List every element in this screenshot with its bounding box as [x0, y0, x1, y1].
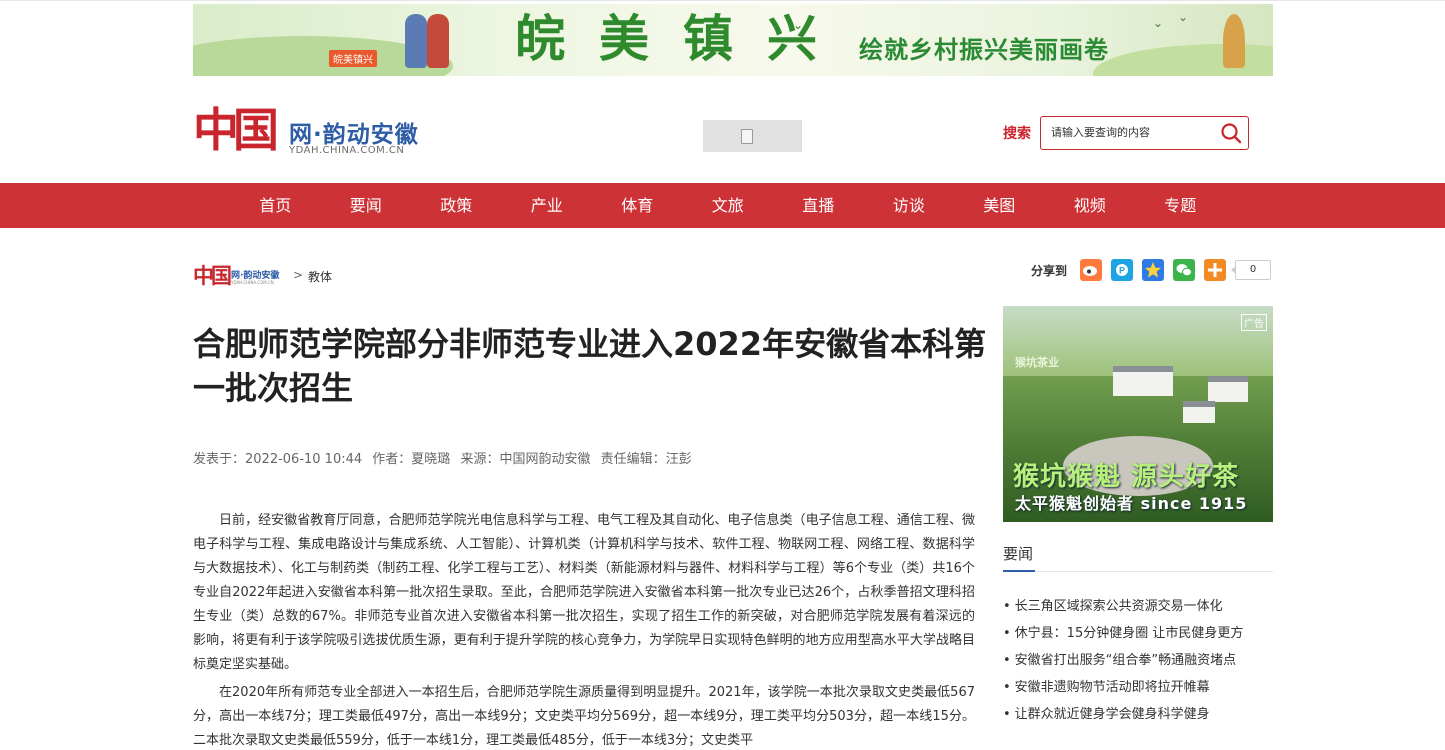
nav-item-industry[interactable]: 产业 [502, 183, 593, 228]
wechat-icon[interactable] [1173, 259, 1195, 281]
search-box [1040, 116, 1249, 150]
ad-building [1208, 376, 1248, 402]
nav-item-topics[interactable]: 专题 [1135, 183, 1226, 228]
ad-building [1183, 401, 1215, 423]
news-item[interactable]: 安徽非遗购物节活动即将拉开帷幕 [1003, 676, 1243, 703]
news-item[interactable]: 休宁县：15分钟健身圈 让市民健身更方 [1003, 622, 1244, 649]
ad-corner-label: 广告 [1241, 314, 1267, 331]
banner-farmer-figure [1223, 14, 1245, 68]
article-body: 日前，经安徽省教育厅同意，合肥师范学院光电信息科学与工程、电气工程及其自动化、电… [193, 509, 975, 750]
nav-item-interview[interactable]: 访谈 [864, 183, 955, 228]
article-meta: 发表于：2022-06-10 10:44 作者：夏晓璐 来源：中国网韵动安徽 责… [193, 448, 698, 467]
banner-headline: 皖美镇兴 [515, 9, 851, 68]
nav-item-policy[interactable]: 政策 [411, 183, 502, 228]
more-plus-icon[interactable] [1204, 259, 1226, 281]
top-border [0, 0, 1445, 1]
banner-slogan: 绘就乡村振兴美丽画卷 [859, 36, 1109, 64]
bird-icon: ⌄ [1153, 16, 1164, 30]
meta-published: 发表于：2022-06-10 10:44 [193, 452, 363, 467]
qzone-icon[interactable] [1142, 259, 1164, 281]
main-nav: 首页 要闻 政策 产业 体育 文旅 直播 访谈 美图 视频 专题 [0, 183, 1445, 228]
breadcrumb-current[interactable]: 教体 [308, 268, 332, 285]
share-label: 分享到 [1031, 264, 1068, 278]
article-title: 合肥师范学院部分非师范专业进入2022年安徽省本科第一批次招生 [193, 325, 987, 407]
nav-item-home[interactable]: 首页 [230, 183, 321, 228]
ad-brand: 猴坑茶业 [1015, 356, 1059, 369]
weibo-icon[interactable] [1080, 259, 1102, 281]
breadcrumb-home-logo[interactable]: 中国 网·韵动安徽 YDAH.CHINA.COM.CN [193, 262, 285, 288]
nav-item-news[interactable]: 要闻 [321, 183, 412, 228]
bird-icon: ⌄ [793, 18, 804, 32]
nav-item-gallery[interactable]: 美图 [954, 183, 1045, 228]
ad-subline: 太平猴魁创始者 since 1915 [1015, 494, 1248, 513]
breadcrumb-separator: > [293, 268, 304, 282]
site-logo[interactable]: 中国 网·韵动安徽 YDAH.CHINA.COM.CN [193, 97, 433, 163]
logo-site-url: YDAH.CHINA.COM.CN [289, 145, 405, 156]
search-input[interactable] [1051, 124, 1216, 142]
tencent-qq-icon[interactable]: P [1111, 259, 1133, 281]
logo-mark: 中国 [193, 263, 232, 288]
search-label: 搜索 [1003, 126, 1031, 142]
article-paragraph: 日前，经安徽省教育厅同意，合肥师范学院光电信息科学与工程、电气工程及其自动化、电… [193, 513, 975, 672]
logo-site-name: 网·韵动安徽 [289, 122, 419, 148]
ad-headline: 猴坑猴魁 源头好茶 [1013, 462, 1240, 492]
meta-editor: 责任编辑：汪彭 [600, 452, 692, 467]
share-count: 0 [1231, 260, 1271, 280]
nav-item-sports[interactable]: 体育 [592, 183, 683, 228]
news-item[interactable]: 让群众就近健身学会健身科学健身 [1003, 703, 1243, 730]
divider [1003, 571, 1273, 572]
logo-mark: 中国 [193, 103, 279, 157]
nav-item-live[interactable]: 直播 [773, 183, 864, 228]
meta-source: 来源：中国网韵动安徽 [460, 452, 591, 467]
nav-item-video[interactable]: 视频 [1045, 183, 1136, 228]
banner-farmer-figure [405, 14, 427, 68]
banner-badge: 皖美镇兴 [329, 50, 377, 67]
search-icon[interactable] [1220, 122, 1242, 144]
article-paragraph: 在2020年所有师范专业全部进入一本招生后，合肥师范学院生源质量得到明显提升。2… [193, 685, 975, 748]
nav-item-culture-tourism[interactable]: 文旅 [683, 183, 774, 228]
news-item[interactable]: 长三角区域探索公共资源交易一体化 [1003, 595, 1243, 622]
broken-image-icon [741, 129, 753, 144]
meta-author: 作者：夏晓璐 [372, 452, 451, 467]
sidebar-news-heading: 要闻 [1003, 545, 1034, 563]
news-item[interactable]: 安徽省打出服务“组合拳”畅通融资堵点 [1003, 649, 1243, 676]
top-banner-ad[interactable]: 皖美镇兴 皖美镇兴 绘就乡村振兴美丽画卷 ⌄ ⌄ ⌄ [193, 4, 1273, 76]
svg-text:P: P [1119, 266, 1125, 276]
banner-farmer-figure [427, 14, 449, 68]
heading-underline [1003, 570, 1035, 572]
ad-building [1113, 366, 1173, 396]
bird-icon: ⌄ [1178, 10, 1189, 24]
logo-site-url: YDAH.CHINA.COM.CN [231, 280, 274, 285]
banner-hill [1093, 44, 1273, 76]
sidebar-ad[interactable]: 猴坑茶业 广告 猴坑猴魁 源头好茶 太平猴魁创始者 since 1915 [1003, 306, 1273, 522]
header-ad-placeholder[interactable] [703, 120, 802, 152]
sidebar-news-list: 长三角区域探索公共资源交易一体化 休宁县：15分钟健身圈 让市民健身更方 安徽省… [1003, 595, 1244, 730]
share-icons: P [1080, 259, 1235, 281]
